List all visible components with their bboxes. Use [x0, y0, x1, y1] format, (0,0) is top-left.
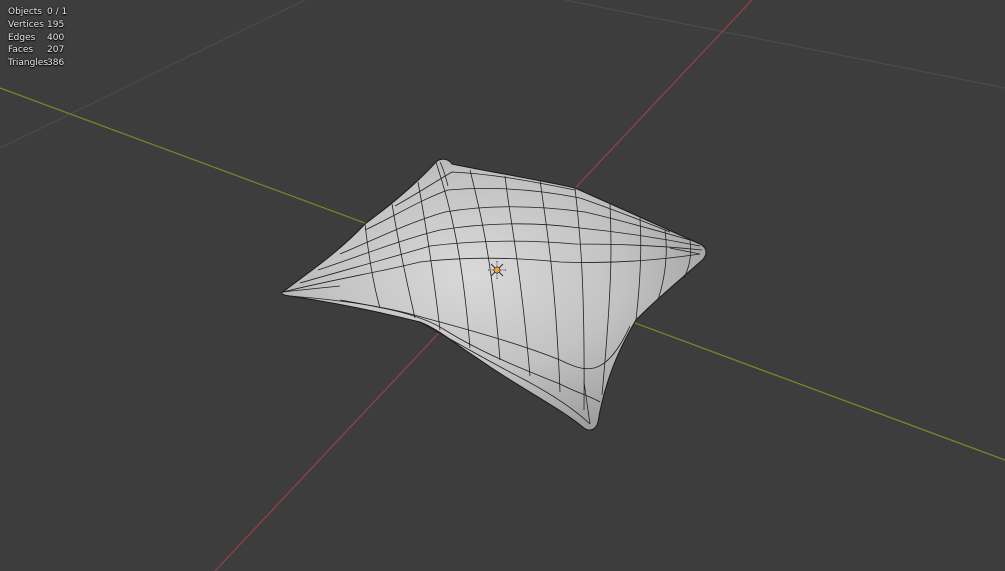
- floor-grid: [0, 0, 1005, 149]
- stat-label: Objects: [8, 7, 43, 17]
- stat-edges: Edges 400: [8, 32, 67, 45]
- viewport-scene[interactable]: [0, 0, 1005, 571]
- stat-label: Vertices: [8, 19, 44, 30]
- stat-vertices: Vertices 195: [8, 19, 67, 32]
- viewport-statistics-overlay: Objects 0 / 1 Vertices 195 Edges 400 Fac…: [8, 6, 67, 70]
- stat-value: 386: [47, 58, 65, 69]
- stat-faces: Faces 207: [8, 44, 67, 57]
- stat-label: Edges: [8, 32, 36, 43]
- pillow-mesh[interactable]: [281, 158, 707, 431]
- stat-value: 195: [47, 19, 65, 30]
- stat-label: Triangles: [8, 58, 49, 69]
- stat-label: Faces: [8, 45, 34, 56]
- stat-objects: Objects 0 / 1: [8, 6, 67, 19]
- stat-value: 0 / 1: [47, 7, 68, 17]
- stat-triangles: Triangles 386: [8, 57, 67, 70]
- stat-value: 400: [47, 32, 65, 43]
- 3d-viewport[interactable]: Objects 0 / 1 Vertices 195 Edges 400 Fac…: [0, 0, 1005, 571]
- stat-value: 207: [47, 45, 65, 56]
